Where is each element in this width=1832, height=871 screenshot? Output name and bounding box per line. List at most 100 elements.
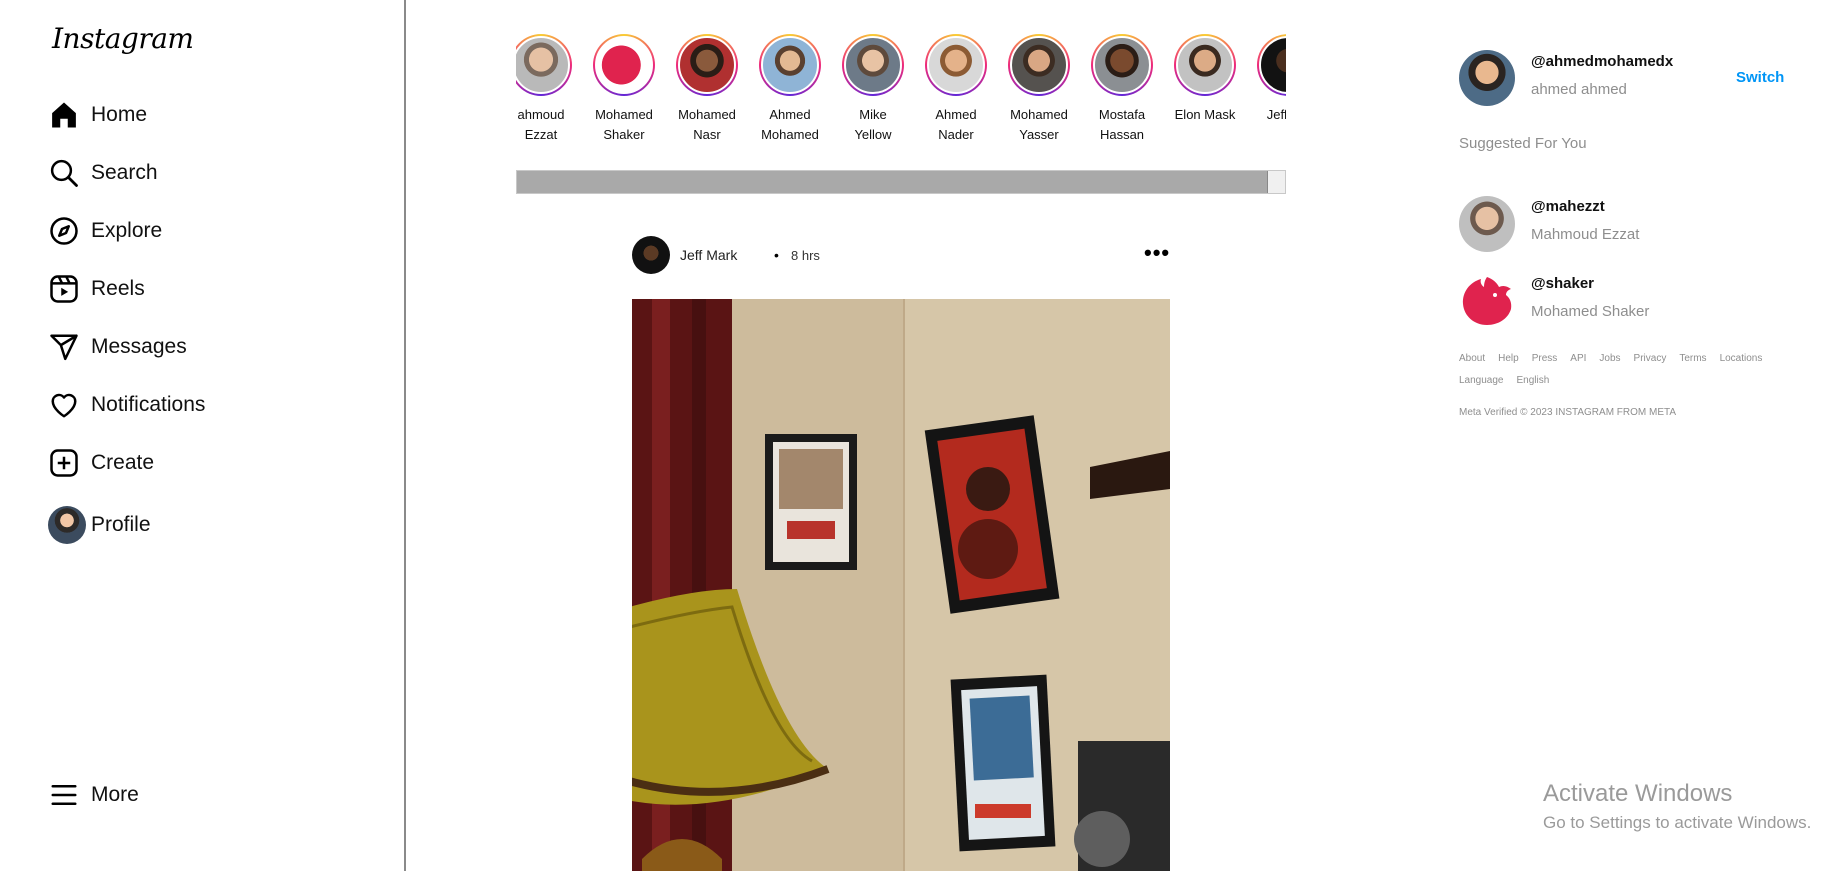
menu-icon xyxy=(48,779,80,811)
footer-link-locations[interactable]: Locations xyxy=(1720,353,1763,364)
footer-link-privacy[interactable]: Privacy xyxy=(1634,353,1667,364)
nav-explore-label: Explore xyxy=(91,219,163,242)
post-time: 8 hrs xyxy=(791,248,820,263)
story-item[interactable]: Mostafa Hassan xyxy=(1081,34,1163,145)
story-ring xyxy=(1174,34,1236,96)
nav-more-label: More xyxy=(91,783,139,806)
switch-account-button[interactable]: Switch xyxy=(1736,69,1784,86)
story-avatar xyxy=(595,36,653,94)
story-name: Mohamed Nasr xyxy=(678,107,736,142)
story-name: Mohamed Yasser xyxy=(1010,107,1068,142)
stories-scrollbar[interactable] xyxy=(516,170,1286,194)
footer-link-terms[interactable]: Terms xyxy=(1679,353,1706,364)
post-image[interactable] xyxy=(632,299,1170,871)
instagram-logo[interactable]: Instagram xyxy=(52,22,194,55)
nav-notifications-label: Notifications xyxy=(91,393,206,416)
story-ring xyxy=(516,34,572,96)
footer-link-api[interactable]: API xyxy=(1570,353,1586,364)
footer-link-jobs[interactable]: Jobs xyxy=(1599,353,1620,364)
story-ring xyxy=(593,34,655,96)
nav-create-label: Create xyxy=(91,451,155,474)
nav-home-label: Home xyxy=(91,103,148,126)
current-user-fullname: ahmed ahmed xyxy=(1531,81,1627,98)
nav-profile[interactable]: Profile xyxy=(48,505,151,545)
footer-links: About Help Press API Jobs Privacy Terms Locatio… xyxy=(1459,348,1799,392)
plus-square-icon xyxy=(48,447,80,479)
story-avatar xyxy=(927,36,985,94)
nav-more[interactable]: More xyxy=(48,775,139,815)
story-avatar xyxy=(1093,36,1151,94)
nestjs-logo-icon xyxy=(1462,277,1512,325)
sidebar: Instagram Home Search Explore Reels Mess… xyxy=(0,0,406,871)
reels-icon xyxy=(48,273,80,305)
story-avatar xyxy=(678,36,736,94)
home-icon xyxy=(48,99,80,131)
story-name: Elon Mask xyxy=(1174,107,1236,122)
footer-link-press[interactable]: Press xyxy=(1532,353,1558,364)
story-ring xyxy=(842,34,904,96)
story-ring xyxy=(1008,34,1070,96)
story-name: Mohamed Shaker xyxy=(595,107,653,142)
nav-profile-label: Profile xyxy=(91,513,151,536)
story-ring xyxy=(676,34,738,96)
story-item[interactable]: Mohamed Nasr xyxy=(666,34,748,145)
story-item[interactable]: Jeff Ma xyxy=(1247,34,1286,125)
story-avatar xyxy=(516,36,570,94)
story-item[interactable]: Ahmed Mohamed xyxy=(749,34,831,145)
windows-watermark-subtitle: Go to Settings to activate Windows. xyxy=(1543,813,1812,832)
nav-search-label: Search xyxy=(91,161,158,184)
story-name: Mike Yellow xyxy=(854,107,892,142)
story-ring xyxy=(1091,34,1153,96)
scrollbar-thumb[interactable] xyxy=(517,171,1268,193)
story-name: Mostafa Hassan xyxy=(1098,107,1146,142)
post-photo xyxy=(632,299,1170,871)
footer-link-language[interactable]: Language xyxy=(1459,375,1504,386)
story-avatar xyxy=(761,36,819,94)
nav-messages-label: Messages xyxy=(91,335,187,358)
story-item[interactable]: Elon Mask xyxy=(1164,34,1246,125)
story-ring xyxy=(759,34,821,96)
nav-reels[interactable]: Reels xyxy=(48,269,145,309)
story-ring xyxy=(925,34,987,96)
story-item[interactable]: ahmoud Ezzat xyxy=(516,34,582,145)
stories-tray: ahmoud Ezzat Mohamed Shaker Mohamed Nasr Ah… xyxy=(516,34,1286,154)
suggestion-fullname: Mahmoud Ezzat xyxy=(1531,226,1640,243)
search-icon xyxy=(48,157,80,189)
story-item[interactable]: Ahmed Nader xyxy=(915,34,997,145)
suggestion-username[interactable]: @shaker xyxy=(1531,275,1594,292)
windows-watermark-title: Activate Windows xyxy=(1543,780,1733,807)
footer-link-english[interactable]: English xyxy=(1517,375,1550,386)
more-options-icon[interactable]: ••• xyxy=(1144,240,1170,266)
story-name: ahmoud Ezzat xyxy=(517,107,565,142)
send-icon xyxy=(48,331,80,363)
current-username[interactable]: @ahmedmohamedx xyxy=(1531,53,1673,70)
current-user-avatar[interactable] xyxy=(1459,50,1515,106)
story-item[interactable]: Mike Yellow xyxy=(832,34,914,145)
heart-icon xyxy=(48,389,80,421)
post-author-avatar[interactable] xyxy=(632,236,670,274)
nav-explore[interactable]: Explore xyxy=(48,211,162,251)
copyright: Meta Verified © 2023 INSTAGRAM FROM META xyxy=(1459,407,1677,418)
post-header: Jeff Mark • 8 hrs ••• xyxy=(632,236,1170,276)
story-avatar xyxy=(844,36,902,94)
nav-messages[interactable]: Messages xyxy=(48,327,187,367)
suggestion-username[interactable]: @mahezzt xyxy=(1531,198,1605,215)
nav-reels-label: Reels xyxy=(91,277,145,300)
story-ring xyxy=(1257,34,1286,96)
suggestion-avatar[interactable] xyxy=(1459,273,1515,329)
nav-home[interactable]: Home xyxy=(48,95,147,135)
suggestion-avatar[interactable] xyxy=(1459,196,1515,252)
nav-notifications[interactable]: Notifications xyxy=(48,385,205,425)
suggestion-fullname: Mohamed Shaker xyxy=(1531,303,1650,320)
story-item[interactable]: Mohamed Yasser xyxy=(998,34,1080,145)
nav-search[interactable]: Search xyxy=(48,153,158,193)
post-username[interactable]: Jeff Mark xyxy=(680,247,737,263)
separator-dot: • xyxy=(774,247,779,263)
nav-create[interactable]: Create xyxy=(48,443,154,483)
footer-link-about[interactable]: About xyxy=(1459,353,1485,364)
story-item[interactable]: Mohamed Shaker xyxy=(583,34,665,145)
story-avatar xyxy=(1176,36,1234,94)
story-name: Jeff Ma xyxy=(1266,107,1286,122)
story-avatar xyxy=(1259,36,1286,94)
footer-link-help[interactable]: Help xyxy=(1498,353,1519,364)
